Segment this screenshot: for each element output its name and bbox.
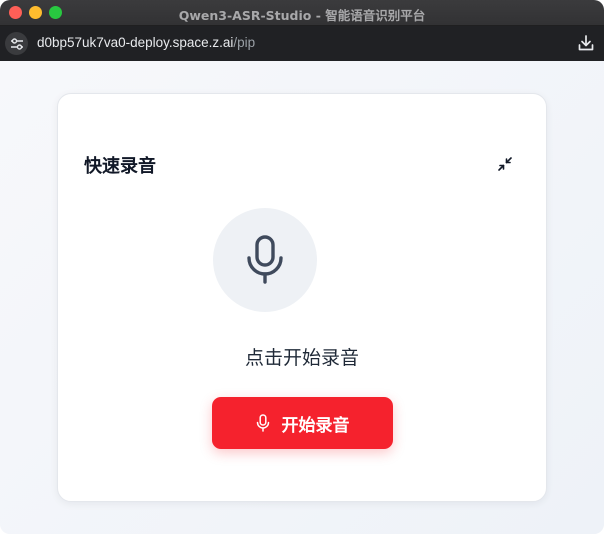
collapse-arrows-icon <box>498 157 512 171</box>
download-icon <box>578 35 594 51</box>
microphone-icon <box>256 414 269 432</box>
url-path: /pip <box>233 35 256 50</box>
card-title: 快速录音 <box>84 156 156 177</box>
address-bar: d0bp57uk7va0-deploy.space.z.ai/pip <box>0 26 604 61</box>
site-settings-button[interactable] <box>5 32 28 55</box>
url-field[interactable]: d0bp57uk7va0-deploy.space.z.ai/pip <box>37 35 255 50</box>
start-recording-label: 开始录音 <box>281 415 350 436</box>
title-bar: Qwen3-ASR-Studio - 智能语音识别平台 <box>0 0 604 26</box>
download-button[interactable] <box>576 33 596 53</box>
window-title: Qwen3-ASR-Studio - 智能语音识别平台 <box>178 8 426 23</box>
url-host: d0bp57uk7va0-deploy.space.z.ai <box>37 35 234 50</box>
record-prompt: 点击开始录音 <box>244 347 359 369</box>
mic-circle <box>213 208 317 312</box>
browser-window: Qwen3-ASR-Studio - 智能语音识别平台 d0bp57uk7va0… <box>0 0 604 534</box>
sliders-icon <box>10 37 23 50</box>
page-content: 快速录音 点击开始录音 开始录音 <box>0 61 604 534</box>
quick-record-card: 快速录音 点击开始录音 开始录音 <box>57 93 547 502</box>
start-recording-button[interactable]: 开始录音 <box>212 397 393 449</box>
collapse-button[interactable] <box>496 155 514 173</box>
microphone-icon <box>247 235 283 284</box>
